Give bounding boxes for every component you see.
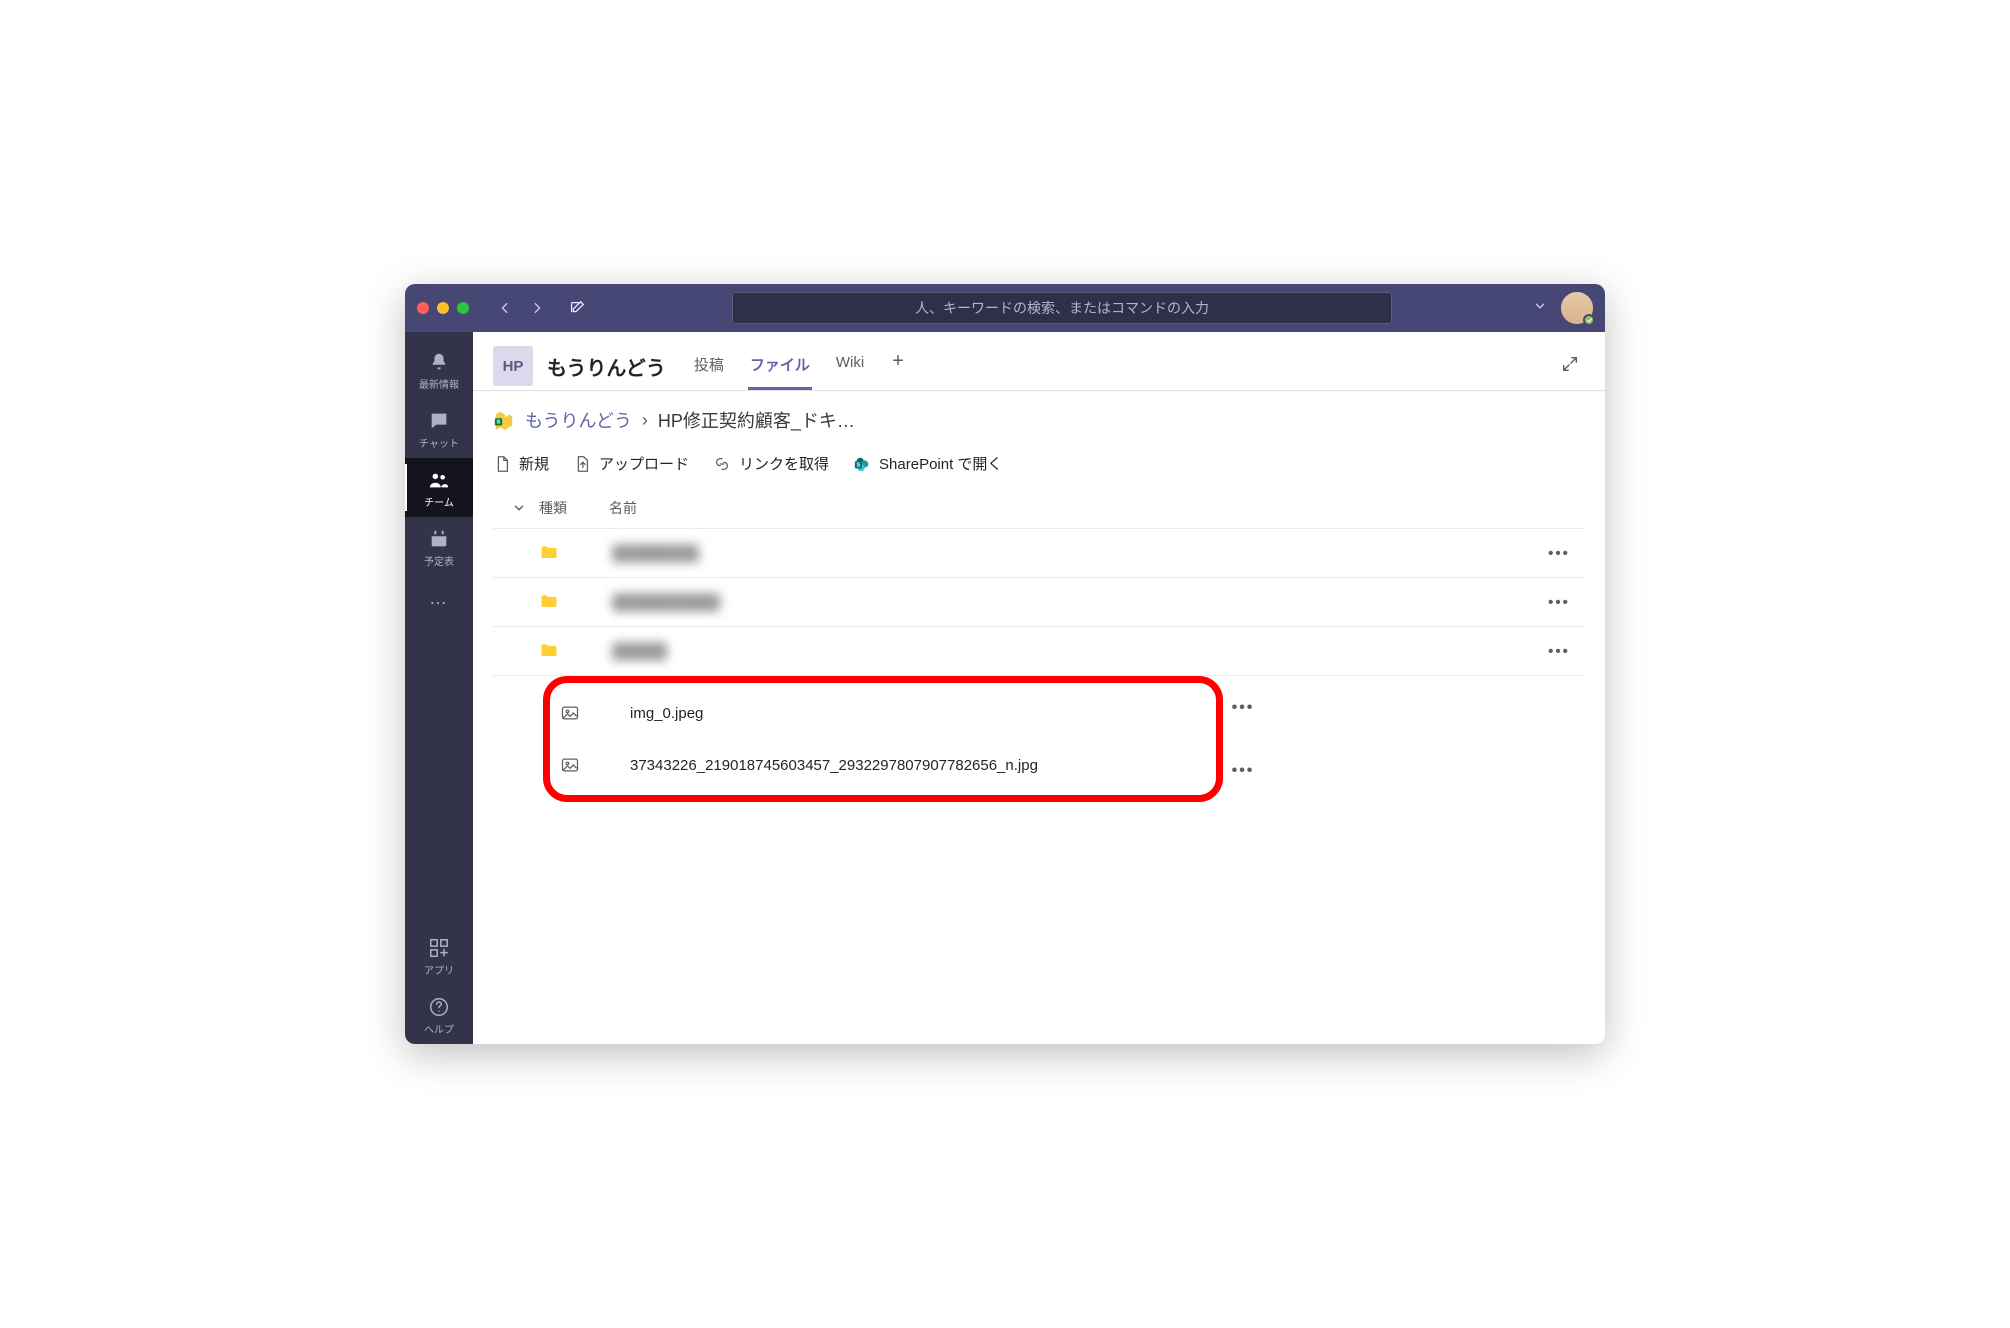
row-name: ██████████ [609,594,723,611]
minimize-window-button[interactable] [437,302,449,314]
tab-wiki[interactable]: Wiki [834,342,866,390]
breadcrumb-root[interactable]: もうりんどう [525,407,632,433]
list-header: 種類 名前 [493,488,1585,529]
row-more-button[interactable]: ••• [1539,643,1579,660]
nav-arrows [491,294,551,322]
sharepoint-icon: S [493,409,515,431]
content: HP もうりんどう 投稿 ファイル Wiki + S [473,332,1605,1044]
breadcrumb-current: HP修正契約顧客_ドキ… [658,407,855,433]
getlink-label: リンクを取得 [739,453,829,474]
profile-avatar[interactable] [1561,292,1593,324]
folder-icon [539,592,609,612]
app-window: 最新情報 チャット チーム 予定表 … アプリ ヘルプ [405,284,1605,1044]
col-type[interactable]: 種類 [539,498,609,518]
rail-teams[interactable]: チーム [405,458,473,517]
tabs: 投稿 ファイル Wiki + [692,342,908,390]
rail-label: チャット [419,435,459,450]
annotation-highlight: img_0.jpeg 37343226_219018745603457_2932… [543,676,1223,802]
zoom-window-button[interactable] [457,302,469,314]
table-row[interactable]: ████████ ••• [493,529,1585,578]
org-dropdown[interactable] [1533,299,1547,318]
search-box[interactable] [732,292,1392,324]
table-row[interactable]: ██████████ ••• [493,578,1585,627]
chat-icon [427,409,451,433]
table-row[interactable]: img_0.jpeg [560,687,1206,739]
nav-forward-button[interactable] [523,294,551,322]
row-more-button[interactable]: ••• [1223,762,1263,780]
tab-files[interactable]: ファイル [748,342,812,390]
upload-label: アップロード [599,453,689,474]
col-name[interactable]: 名前 [609,498,1579,518]
channel-name: もうりんどう [547,352,666,381]
rail-activity[interactable]: 最新情報 [405,340,473,399]
apps-icon [427,936,451,960]
bell-icon [427,350,451,374]
titlebar [405,284,1605,332]
svg-text:S: S [497,420,501,426]
image-icon [560,755,630,775]
row-name: ████████ [609,545,702,562]
table-row[interactable]: █████ ••• [493,627,1585,676]
breadcrumb: S もうりんどう › HP修正契約顧客_ドキ… [493,407,1585,433]
getlink-button[interactable]: リンクを取得 [713,453,829,474]
teams-icon [427,468,451,492]
add-tab-button[interactable]: + [888,342,908,390]
upload-button[interactable]: アップロード [573,453,689,474]
row-name: █████ [609,643,670,660]
body: 最新情報 チャット チーム 予定表 … アプリ ヘルプ [405,332,1605,1044]
titlebar-right [1533,292,1593,324]
row-more-button[interactable]: ••• [1223,699,1263,717]
rail-more[interactable]: … [429,576,449,621]
row-more-button[interactable]: ••• [1539,545,1579,562]
rail-calendar[interactable]: 予定表 [405,517,473,576]
file-toolbar: 新規 アップロード リンクを取得 S SharePoint で開く [493,453,1585,474]
new-label: 新規 [519,453,549,474]
new-chat-button[interactable] [563,294,591,322]
select-all[interactable] [499,501,539,515]
window-controls [417,302,469,314]
rail-chat[interactable]: チャット [405,399,473,458]
new-button[interactable]: 新規 [493,453,549,474]
row-more-button[interactable]: ••• [1539,594,1579,611]
channel-header: HP もうりんどう 投稿 ファイル Wiki + [473,332,1605,391]
team-avatar: HP [493,346,533,386]
expand-button[interactable] [1555,349,1585,384]
open-sharepoint-button[interactable]: S SharePoint で開く [853,453,1002,474]
rail-label: アプリ [424,962,454,977]
rows: ████████ ••• ██████████ ••• █████ ••• [493,529,1585,802]
sharepoint-label: SharePoint で開く [879,453,1002,474]
search-input[interactable] [745,300,1379,316]
row-name: 37343226_219018745603457_293229780790778… [630,757,1206,774]
close-window-button[interactable] [417,302,429,314]
rail-apps[interactable]: アプリ [405,926,473,985]
breadcrumb-sep: › [642,410,648,431]
row-name: img_0.jpeg [630,705,1206,722]
folder-icon [539,641,609,661]
rail-label: ヘルプ [424,1021,454,1036]
folder-icon [539,543,609,563]
rail-label: チーム [424,494,454,509]
app-rail: 最新情報 チャット チーム 予定表 … アプリ ヘルプ [405,332,473,1044]
rail-help[interactable]: ヘルプ [405,985,473,1044]
svg-text:S: S [857,462,861,468]
image-icon [560,703,630,723]
calendar-icon [427,527,451,551]
tab-posts[interactable]: 投稿 [692,342,726,390]
files-area: S もうりんどう › HP修正契約顧客_ドキ… 新規 アップロード [473,391,1605,1044]
table-row[interactable]: 37343226_219018745603457_293229780790778… [560,739,1206,791]
presence-available-icon [1583,314,1595,326]
rail-label: 予定表 [424,553,454,568]
rail-label: 最新情報 [419,376,459,391]
help-icon [427,995,451,1019]
nav-back-button[interactable] [491,294,519,322]
